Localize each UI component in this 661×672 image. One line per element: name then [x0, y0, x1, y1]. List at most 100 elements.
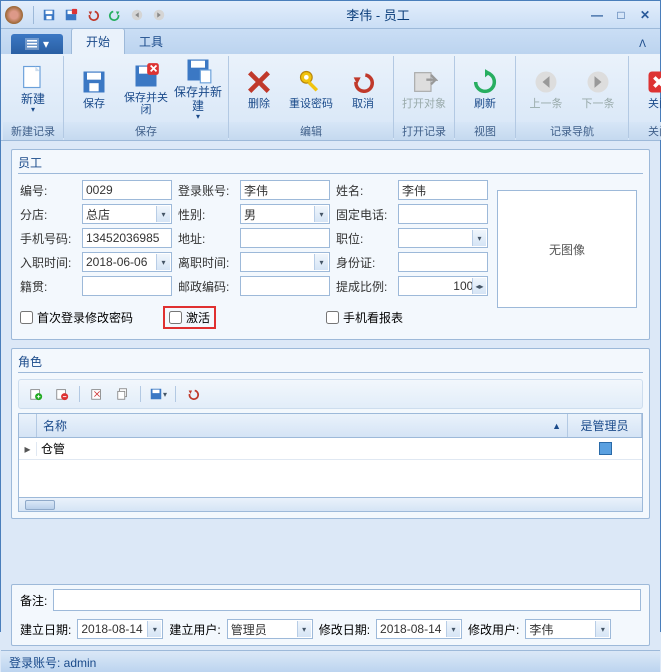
save-button[interactable]: 保存 [68, 58, 120, 120]
save-close-button[interactable]: 保存并关闭 [120, 58, 172, 120]
first-login-checkbox[interactable]: 首次登录修改密码 [20, 309, 133, 326]
close-button[interactable]: ✕ [634, 6, 656, 24]
image-placeholder[interactable]: 无图像 [497, 190, 637, 308]
open-icon [410, 68, 438, 96]
modifyuser-field[interactable]: 李伟▾ [525, 619, 611, 639]
prev-icon [532, 68, 560, 96]
createdate-label: 建立日期: [20, 621, 71, 638]
group-open: 打开记录 [394, 122, 454, 140]
tab-start[interactable]: 开始 [71, 28, 125, 54]
qat-save-icon[interactable] [39, 5, 59, 25]
role-admin-cell[interactable] [568, 442, 642, 455]
reset-pwd-button[interactable]: 重设密码 [285, 58, 337, 120]
phone-field[interactable] [398, 204, 488, 224]
address-field[interactable] [240, 228, 330, 248]
label-mobile: 手机号码: [20, 230, 76, 247]
role-undo-button[interactable] [182, 384, 204, 404]
hiredate-field[interactable]: 2018-06-06▾ [82, 252, 172, 272]
label-code: 编号: [20, 182, 76, 199]
idcard-field[interactable] [398, 252, 488, 272]
name-field[interactable]: 李伟 [398, 180, 488, 200]
modifydate-label: 修改日期: [319, 621, 370, 638]
spinner-icon: ◂▸ [472, 278, 486, 294]
label-phone: 固定电话: [336, 206, 392, 223]
delete-button[interactable]: 删除 [233, 58, 285, 120]
delete-icon [245, 68, 273, 96]
col-isadmin[interactable]: 是管理员 [568, 414, 642, 437]
mobile-report-checkbox[interactable]: 手机看报表 [326, 309, 403, 326]
role-remove-button[interactable] [51, 384, 73, 404]
roles-grid-header: 名称▲ 是管理员 [18, 413, 643, 438]
cancel-icon [349, 68, 377, 96]
open-object-button[interactable]: 打开对象 [398, 58, 450, 120]
new-button[interactable]: 新建 [7, 58, 59, 120]
ribbon: 新建 新建记录 保存 保存并关闭 保存并新建 保存 删除 重设密码 取消 编辑 … [1, 54, 660, 141]
group-new: 新建记录 [3, 122, 63, 140]
label-name: 姓名: [336, 182, 392, 199]
qat-saveclose-icon[interactable] [61, 5, 81, 25]
close-record-button[interactable]: 关闭 [633, 58, 661, 120]
role-copy-button[interactable] [112, 384, 134, 404]
createuser-label: 建立用户: [169, 621, 220, 638]
leavedate-field[interactable]: ▾ [240, 252, 330, 272]
save-new-button[interactable]: 保存并新建 [172, 58, 224, 120]
row-selector-header[interactable] [19, 414, 37, 437]
roles-scrollbar[interactable] [18, 498, 643, 512]
close-icon [645, 68, 661, 96]
store-field[interactable]: 总店▾ [82, 204, 172, 224]
group-save: 保存 [64, 122, 228, 140]
label-postcode: 邮政编码: [178, 278, 234, 295]
maximize-button[interactable]: □ [610, 6, 632, 24]
cancel-button[interactable]: 取消 [337, 58, 389, 120]
save-icon [80, 68, 108, 96]
qat-redo-icon[interactable] [105, 5, 125, 25]
role-add-button[interactable] [25, 384, 47, 404]
qat-prev-icon[interactable] [127, 5, 147, 25]
minimize-button[interactable]: — [586, 6, 608, 24]
chevron-down-icon: ▾ [147, 621, 161, 637]
login-field[interactable]: 李伟 [240, 180, 330, 200]
table-row[interactable]: ▸ 仓管 [19, 438, 642, 460]
remark-field[interactable] [53, 589, 641, 611]
position-field[interactable]: ▾ [398, 228, 488, 248]
qat-undo-icon[interactable] [83, 5, 103, 25]
chevron-down-icon: ▾ [595, 621, 609, 637]
checked-icon [599, 442, 612, 455]
roles-toolbar: ▾ [18, 379, 643, 409]
role-name-cell: 仓管 [37, 440, 568, 457]
label-login: 登录账号: [178, 182, 234, 199]
gender-field[interactable]: 男▾ [240, 204, 330, 224]
label-address: 地址: [178, 230, 234, 247]
createuser-field[interactable]: 管理员▾ [227, 619, 313, 639]
modifydate-field[interactable]: 2018-08-14▾ [376, 619, 462, 639]
refresh-icon [471, 68, 499, 96]
createdate-field[interactable]: 2018-08-14▾ [77, 619, 163, 639]
active-checkbox[interactable]: 激活 [163, 306, 216, 329]
refresh-button[interactable]: 刷新 [459, 58, 511, 120]
mobile-field[interactable]: 13452036985 [82, 228, 172, 248]
postcode-field[interactable] [240, 276, 330, 296]
label-position: 职位: [336, 230, 392, 247]
prev-button[interactable]: 上一条 [520, 58, 572, 120]
col-name[interactable]: 名称▲ [37, 414, 568, 437]
role-cut-button[interactable] [86, 384, 108, 404]
label-hiredate: 入职时间: [20, 254, 76, 271]
file-menu[interactable]: ▾ [11, 34, 63, 54]
qat-next-icon[interactable] [149, 5, 169, 25]
chevron-down-icon: ▾ [156, 206, 170, 222]
save-new-icon [184, 56, 212, 84]
titlebar: 李伟 - 员工 — □ ✕ [1, 1, 660, 29]
roles-panel-title: 角色 [12, 349, 649, 370]
role-save-button[interactable]: ▾ [147, 384, 169, 404]
code-field[interactable]: 0029 [82, 180, 172, 200]
ribbon-expand-icon[interactable]: ᐱ [625, 35, 660, 54]
tab-tools[interactable]: 工具 [125, 29, 177, 54]
native-field[interactable] [82, 276, 172, 296]
ribbon-tabs: ▾ 开始 工具 ᐱ [1, 29, 660, 54]
chevron-down-icon: ▾ [472, 230, 486, 246]
commission-field[interactable]: 100%◂▸ [398, 276, 488, 296]
next-button[interactable]: 下一条 [572, 58, 624, 120]
label-store: 分店: [20, 206, 76, 223]
list-icon [25, 38, 39, 50]
roles-panel: 角色 ▾ 名称▲ 是管理员 ▸ 仓管 [11, 348, 650, 519]
